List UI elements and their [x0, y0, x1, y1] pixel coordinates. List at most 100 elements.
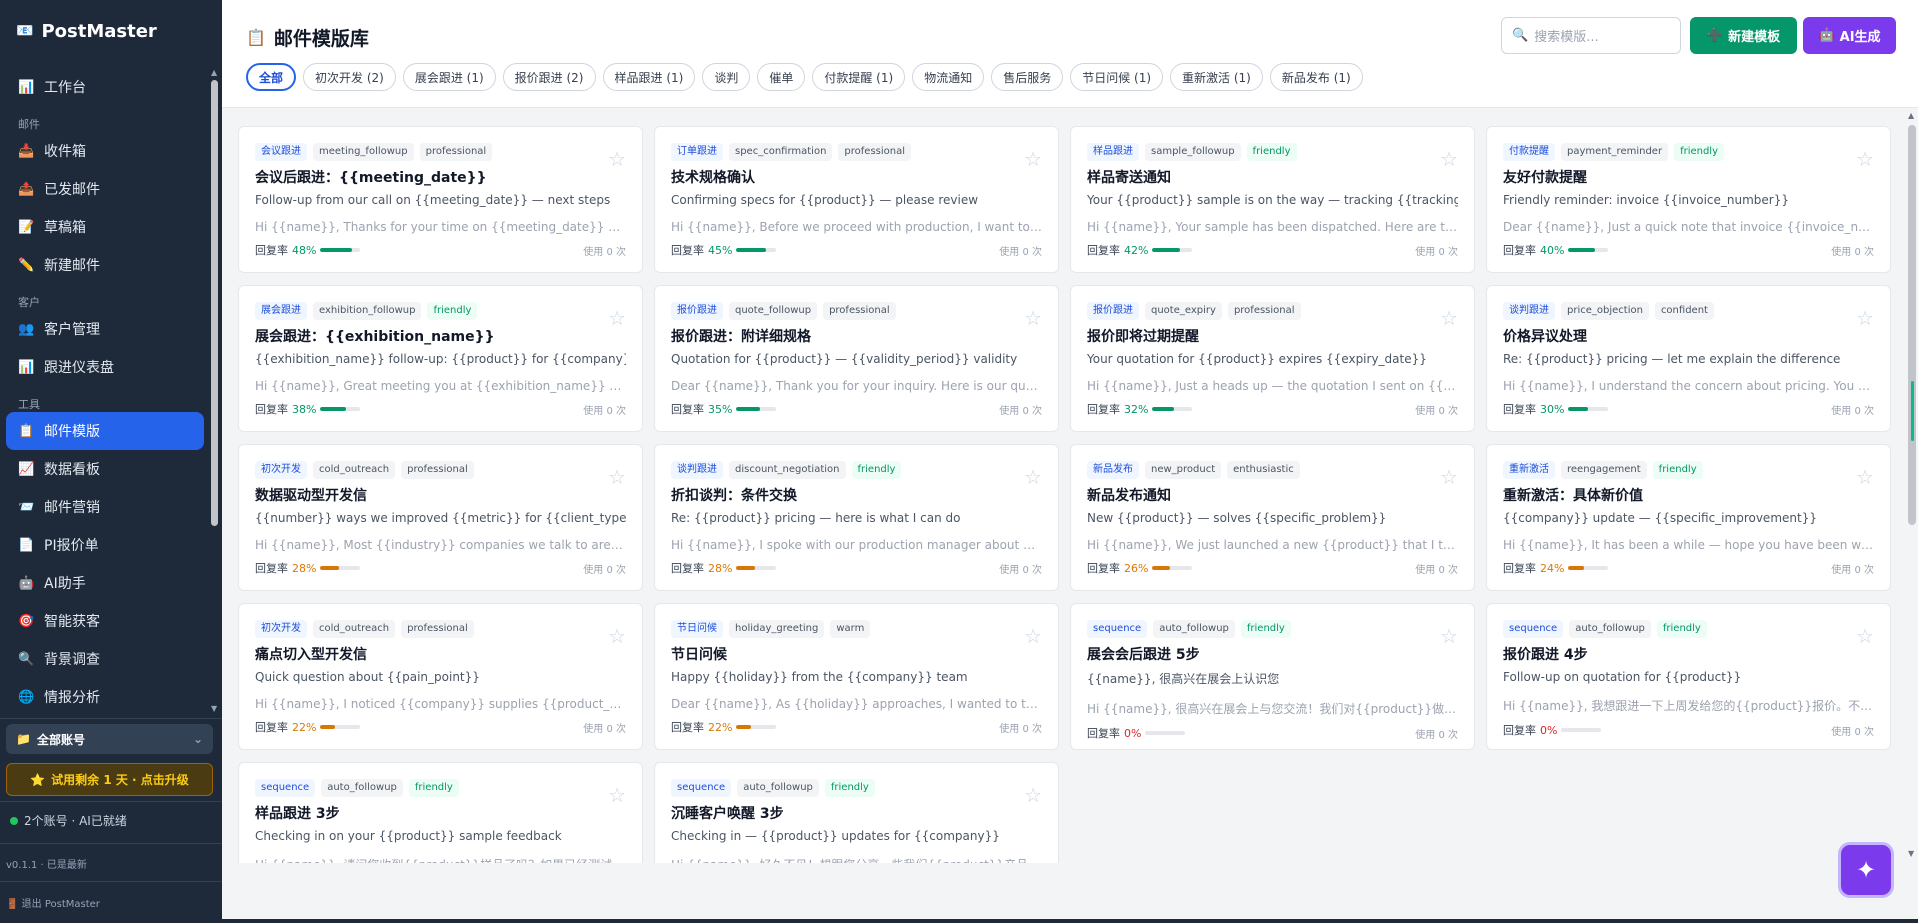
filter-chip[interactable]: 新品发布 (1): [1269, 63, 1363, 91]
star-icon[interactable]: ☆: [608, 306, 626, 330]
trial-upgrade-banner[interactable]: ⭐ 试用剩余 1 天 · 点击升级: [6, 763, 213, 796]
scroll-up-arrow-icon[interactable]: ▲: [1908, 111, 1914, 120]
logout-button[interactable]: 🚪 退出 PostMaster: [6, 895, 100, 910]
sidebar-scrollbar[interactable]: ▲ ▼: [210, 68, 220, 716]
filter-chip[interactable]: 展会跟进 (1): [402, 63, 496, 91]
filter-chip[interactable]: 售后服务: [991, 63, 1064, 91]
star-icon[interactable]: ☆: [1856, 306, 1874, 330]
sidebar-item-analytics[interactable]: 📈 数据看板: [0, 450, 210, 488]
template-card[interactable]: 会议跟进 meeting_followup professional ☆ 会议后跟进：{…: [238, 126, 643, 273]
filter-chip[interactable]: 付款提醒 (1): [812, 63, 906, 91]
nav-icon: 🤖: [18, 575, 35, 591]
star-icon[interactable]: ☆: [608, 624, 626, 648]
template-subject: Your quotation for {{product}} expires {…: [1087, 352, 1427, 366]
star-icon[interactable]: ☆: [608, 783, 626, 807]
template-card[interactable]: sequence auto_followup friendly ☆ 样品跟进 3步 Che…: [238, 762, 643, 863]
template-card[interactable]: 重新激活 reengagement friendly ☆ 重新激活：具体新价值 {{com…: [1486, 444, 1891, 591]
filter-chip[interactable]: 初次开发 (2): [303, 63, 396, 91]
template-card[interactable]: 订单跟进 spec_confirmation professional ☆ 技术规格确认…: [654, 126, 1059, 273]
star-icon[interactable]: ☆: [1440, 306, 1458, 330]
star-icon[interactable]: ☆: [1440, 465, 1458, 489]
template-tags: 会议跟进 meeting_followup professional: [255, 143, 626, 161]
filter-chip[interactable]: 催单: [757, 63, 806, 91]
template-card[interactable]: 付款提醒 payment_reminder friendly ☆ 友好付款提醒 Frien…: [1486, 126, 1891, 273]
reply-rate-bar-fill: [736, 248, 767, 252]
sidebar-item-sent[interactable]: 📤 已发邮件: [0, 170, 210, 208]
star-icon[interactable]: ☆: [1024, 465, 1042, 489]
ai-generate-button[interactable]: 🤖 AI生成: [1803, 17, 1896, 54]
filter-chip[interactable]: 物流通知: [912, 63, 985, 91]
template-card[interactable]: sequence auto_followup friendly ☆ 展会会后跟进 5步 {…: [1070, 603, 1475, 750]
filter-chip[interactable]: 节日问候 (1): [1070, 63, 1164, 91]
template-card[interactable]: 节日问候 holiday_greeting warm ☆ 节日问候 Happy {{hol…: [654, 603, 1059, 750]
template-card[interactable]: sequence auto_followup friendly ☆ 报价跟进 4步 Fol…: [1486, 603, 1891, 750]
ai-sparkle-fab[interactable]: ✦: [1838, 842, 1894, 898]
template-card[interactable]: sequence auto_followup friendly ☆ 沉睡客户唤醒 3步 C…: [654, 762, 1059, 863]
star-icon[interactable]: ☆: [1024, 147, 1042, 171]
filter-chip[interactable]: 样品跟进 (1): [602, 63, 696, 91]
app-logo[interactable]: 📧 PostMaster: [0, 0, 222, 62]
category-badge: 样品跟进: [1087, 143, 1139, 161]
category-filter-bar: 全部 初次开发 (2) 展会跟进 (1) 报价跟进 (2) 样品跟进 (1) 谈判 催单 付款…: [246, 63, 1370, 91]
sidebar-item-followup-dashboard[interactable]: 📊 跟进仪表盘: [0, 348, 210, 386]
search-input[interactable]: 🔍 搜索模版...: [1501, 17, 1681, 54]
reply-rate-value: 22%: [292, 720, 317, 734]
sidebar-item-background-check[interactable]: 🔍 背景调查: [0, 640, 210, 678]
nav-icon: 📤: [18, 181, 35, 197]
sidebar-item-workbench[interactable]: 📊 工作台: [0, 68, 210, 106]
sidebar-item-lead-gen[interactable]: 🎯 智能获客: [0, 602, 210, 640]
sidebar-item-templates[interactable]: 📋 邮件模版: [6, 412, 204, 450]
reply-rate-label: 回复率: [1503, 244, 1536, 257]
filter-chip[interactable]: 报价跟进 (2): [502, 63, 596, 91]
template-card[interactable]: 样品跟进 sample_followup friendly ☆ 样品寄送通知 Your {…: [1070, 126, 1475, 273]
star-icon[interactable]: ☆: [1024, 783, 1042, 807]
star-icon[interactable]: ☆: [1856, 465, 1874, 489]
sidebar-item-drafts[interactable]: 📝 草稿箱: [0, 208, 210, 246]
new-template-button[interactable]: ➕ 新建模板: [1690, 17, 1797, 54]
sidebar-item-inbox[interactable]: 📥 收件箱: [0, 132, 210, 170]
page-scroll-thumb[interactable]: [1908, 125, 1916, 525]
template-list[interactable]: 会议跟进 meeting_followup professional ☆ 会议后跟进：{…: [222, 109, 1902, 863]
template-key-badge: quote_followup: [729, 302, 818, 320]
template-card[interactable]: 报价跟进 quote_expiry professional ☆ 报价即将过期提醒 You…: [1070, 285, 1475, 432]
filter-chip[interactable]: 谈判: [702, 63, 751, 91]
star-icon[interactable]: ☆: [1024, 624, 1042, 648]
template-stats: 回复率 26% 使用 0 次: [1087, 560, 1458, 576]
template-card[interactable]: 展会跟进 exhibition_followup friendly ☆ 展会跟进：{{e…: [238, 285, 643, 432]
sidebar-item-ai-assistant[interactable]: 🤖 AI助手: [0, 564, 210, 602]
scroll-down-arrow-icon[interactable]: ▼: [211, 704, 217, 713]
template-tags: 付款提醒 payment_reminder friendly: [1503, 143, 1874, 161]
star-icon[interactable]: ☆: [1856, 147, 1874, 171]
sidebar-scroll-thumb[interactable]: [211, 80, 218, 526]
sidebar-item-customers[interactable]: 👥 客户管理: [0, 310, 210, 348]
template-card[interactable]: 初次开发 cold_outreach professional ☆ 痛点切入型开发信 Qu…: [238, 603, 643, 750]
sidebar-item-intel[interactable]: 🌐 情报分析: [0, 678, 210, 716]
scroll-down-arrow-icon[interactable]: ▼: [1908, 849, 1914, 858]
template-card[interactable]: 初次开发 cold_outreach professional ☆ 数据驱动型开发信 {{…: [238, 444, 643, 591]
nav-icon: 🎯: [18, 613, 35, 629]
page-scrollbar[interactable]: ▲ ▼: [1906, 111, 1918, 863]
robot-icon: 🤖: [1818, 28, 1835, 43]
template-card[interactable]: 谈判跟进 price_objection confident ☆ 价格异议处理 Re: {…: [1486, 285, 1891, 432]
template-stats: 回复率 0% 使用 0 次: [1087, 725, 1458, 741]
template-card[interactable]: 报价跟进 quote_followup professional ☆ 报价跟进：附详细规…: [654, 285, 1059, 432]
template-card[interactable]: 新品发布 new_product enthusiastic ☆ 新品发布通知 New {{…: [1070, 444, 1475, 591]
star-icon[interactable]: ☆: [1440, 147, 1458, 171]
star-icon[interactable]: ☆: [608, 465, 626, 489]
template-card[interactable]: 谈判跟进 discount_negotiation friendly ☆ 折扣谈判：条件…: [654, 444, 1059, 591]
sidebar-item-marketing[interactable]: 📨 邮件营销: [0, 488, 210, 526]
sidebar-item-pi-quote[interactable]: 📄 PI报价单: [0, 526, 210, 564]
star-icon[interactable]: ☆: [1024, 306, 1042, 330]
scroll-up-arrow-icon[interactable]: ▲: [211, 68, 217, 77]
sidebar-item-compose[interactable]: ✏️ 新建邮件: [0, 246, 210, 284]
usage-count: 使用 0 次: [583, 723, 626, 735]
star-icon[interactable]: ☆: [1856, 624, 1874, 648]
template-key-badge: auto_followup: [737, 779, 819, 797]
star-icon[interactable]: ☆: [1440, 624, 1458, 648]
star-icon[interactable]: ☆: [608, 147, 626, 171]
reply-rate-label: 回复率: [1503, 403, 1536, 416]
reply-rate-value: 28%: [708, 561, 733, 575]
account-selector[interactable]: 📁 全部账号 ⌄: [6, 724, 213, 754]
filter-chip[interactable]: 重新激活 (1): [1170, 63, 1263, 91]
filter-chip[interactable]: 全部: [246, 63, 297, 91]
